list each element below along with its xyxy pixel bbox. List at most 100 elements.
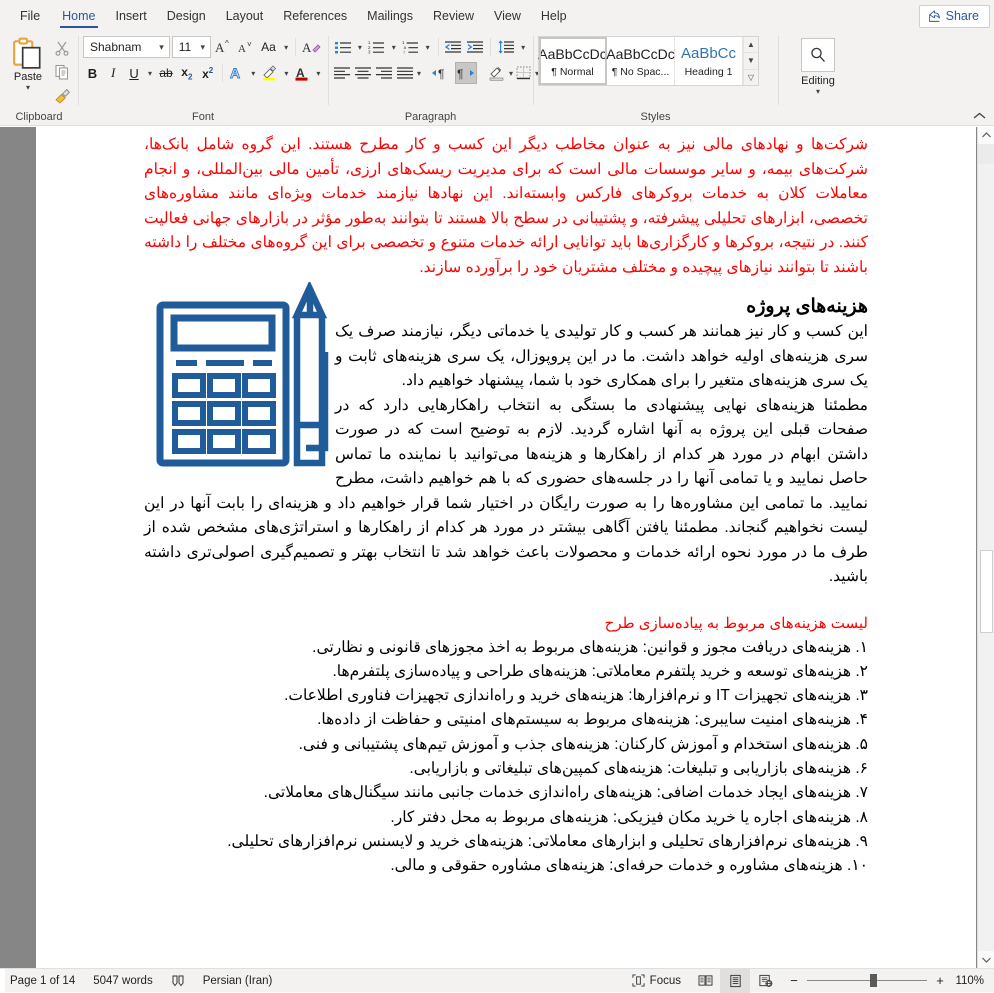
zoom-slider[interactable] xyxy=(807,974,927,987)
tab-file[interactable]: File xyxy=(8,4,52,31)
styles-more-icon[interactable]: ▽ xyxy=(744,70,758,85)
shading-button[interactable] xyxy=(487,62,507,84)
chevron-down-icon[interactable]: ▾ xyxy=(816,88,820,96)
focus-mode-button[interactable]: Focus xyxy=(623,969,690,993)
status-left-marker xyxy=(0,969,5,993)
word-count-status[interactable]: 5047 words xyxy=(84,969,161,993)
scroll-up-button[interactable] xyxy=(978,127,994,144)
tab-review[interactable]: Review xyxy=(423,4,484,31)
line-spacing-button[interactable] xyxy=(496,36,516,58)
bold-button[interactable]: B xyxy=(83,62,102,84)
bullets-button[interactable] xyxy=(333,36,353,58)
tab-home[interactable]: Home xyxy=(52,4,105,31)
style-normal[interactable]: AaBbCcDc ¶ Normal xyxy=(538,37,607,85)
font-color-chevron[interactable]: ▾ xyxy=(314,62,323,84)
editing-button[interactable]: Editing ▾ xyxy=(801,34,835,96)
justify-button[interactable] xyxy=(396,62,415,84)
numbering-chevron[interactable]: ▾ xyxy=(389,36,399,58)
text-effects-chevron[interactable]: ▾ xyxy=(249,62,258,84)
font-color-button[interactable]: A xyxy=(293,62,312,84)
shrink-font-button[interactable]: A ˅ xyxy=(235,36,255,58)
list-item: ۶. هزینه‌های بازاریابی و تبلیغات: هزینه‌… xyxy=(409,759,868,777)
multilevel-list-button[interactable]: 1ai xyxy=(401,36,421,58)
tab-view[interactable]: View xyxy=(484,4,531,31)
align-center-button[interactable] xyxy=(354,62,373,84)
zoom-out-button[interactable]: − xyxy=(788,973,800,988)
page-number-status[interactable]: Page 1 of 14 xyxy=(0,969,84,993)
svg-text:˅: ˅ xyxy=(247,40,252,49)
scrollbar-thumb[interactable] xyxy=(980,550,993,633)
paste-button[interactable]: Paste ▾ xyxy=(5,34,51,92)
print-layout-button[interactable] xyxy=(720,968,750,993)
zoom-in-button[interactable]: + xyxy=(934,973,946,988)
proofing-status[interactable] xyxy=(162,969,194,993)
web-layout-button[interactable] xyxy=(750,969,780,993)
find-button[interactable] xyxy=(801,38,835,72)
read-mode-button[interactable] xyxy=(690,969,720,993)
zoom-slider-thumb[interactable] xyxy=(870,974,877,987)
decrease-indent-icon xyxy=(444,40,462,54)
underline-chevron[interactable]: ▾ xyxy=(145,62,154,84)
text-effects-button[interactable]: A xyxy=(228,62,247,84)
underline-button[interactable]: U xyxy=(125,62,144,84)
tab-layout[interactable]: Layout xyxy=(216,4,274,31)
highlight-chevron[interactable]: ▾ xyxy=(282,62,291,84)
scrollbar-track-upper[interactable] xyxy=(978,144,994,164)
line-spacing-chevron[interactable]: ▾ xyxy=(518,36,528,58)
chevron-down-icon[interactable]: ▾ xyxy=(26,84,30,92)
bullets-chevron[interactable]: ▾ xyxy=(355,36,365,58)
numbering-button[interactable]: 123 xyxy=(367,36,387,58)
left-to-right-icon: ¶ xyxy=(432,66,452,80)
change-case-chevron[interactable]: ▾ xyxy=(282,36,290,58)
scroll-down-button[interactable] xyxy=(978,951,994,968)
text-highlight-button[interactable] xyxy=(260,62,280,84)
tab-design[interactable]: Design xyxy=(157,4,216,31)
superscript-label: x2 xyxy=(202,65,214,81)
align-right-button[interactable] xyxy=(375,62,394,84)
change-case-button[interactable]: Aa xyxy=(257,36,280,58)
right-to-left-button[interactable]: ¶ xyxy=(455,62,478,84)
align-left-icon xyxy=(334,66,351,80)
borders-button[interactable] xyxy=(515,62,533,84)
language-status[interactable]: Persian (Iran) xyxy=(194,969,282,993)
tab-mailings[interactable]: Mailings xyxy=(357,4,423,31)
document-page[interactable]: شرکت‌ها و نهادهای مالی نیز به عنوان مخاط… xyxy=(36,127,976,968)
strikethrough-button[interactable]: ab xyxy=(157,62,176,84)
increase-indent-button[interactable] xyxy=(465,36,485,58)
subscript-button[interactable]: x2 xyxy=(177,62,196,84)
align-chevron[interactable]: ▾ xyxy=(417,62,421,84)
superscript-button[interactable]: x2 xyxy=(198,62,217,84)
style-heading-1[interactable]: AaBbCс Heading 1 xyxy=(675,37,743,85)
tab-help[interactable]: Help xyxy=(531,4,577,31)
clear-formatting-icon: A xyxy=(302,39,322,55)
document-vertical-scrollbar[interactable] xyxy=(977,127,994,968)
grow-font-button[interactable]: A ^ xyxy=(213,36,233,58)
share-button[interactable]: Share xyxy=(918,5,990,28)
zoom-level-label[interactable]: 110% xyxy=(954,975,994,987)
tab-references[interactable]: References xyxy=(273,4,357,31)
clear-formatting-button[interactable]: A xyxy=(301,36,323,58)
decrease-indent-button[interactable] xyxy=(443,36,463,58)
style-no-spacing[interactable]: AaBbCcDc ¶ No Spac... xyxy=(606,37,675,85)
style-name: ¶ Normal xyxy=(551,65,594,78)
shading-chevron[interactable]: ▾ xyxy=(509,62,513,84)
document-canvas: شرکت‌ها و نهادهای مالی نیز به عنوان مخاط… xyxy=(0,127,994,968)
italic-button[interactable]: I xyxy=(104,62,123,84)
align-left-button[interactable] xyxy=(333,62,352,84)
collapse-ribbon-button[interactable] xyxy=(973,112,986,121)
calculator-and-pen-icon xyxy=(154,282,329,472)
format-painter-button[interactable] xyxy=(51,85,73,107)
font-name-combo[interactable]: Shabnam ▾ xyxy=(83,36,170,58)
font-size-combo[interactable]: 11 ▾ xyxy=(171,36,212,58)
styles-scroll-down-icon[interactable]: ▼ xyxy=(744,53,758,70)
ribbon-group-font: Shabnam ▾ 11 ▾ A ^ A ˅ Aa ▾ A B I U ▾ ab… xyxy=(78,31,328,125)
cut-button[interactable] xyxy=(51,37,73,59)
text-effects-icon: A xyxy=(229,65,245,81)
search-icon xyxy=(809,46,827,64)
focus-mode-icon xyxy=(632,974,645,987)
styles-scroll-up-icon[interactable]: ▲ xyxy=(744,37,758,54)
multilevel-chevron[interactable]: ▾ xyxy=(423,36,433,58)
left-to-right-button[interactable]: ¶ xyxy=(431,62,453,84)
copy-button[interactable] xyxy=(51,61,73,83)
tab-insert[interactable]: Insert xyxy=(106,4,157,31)
